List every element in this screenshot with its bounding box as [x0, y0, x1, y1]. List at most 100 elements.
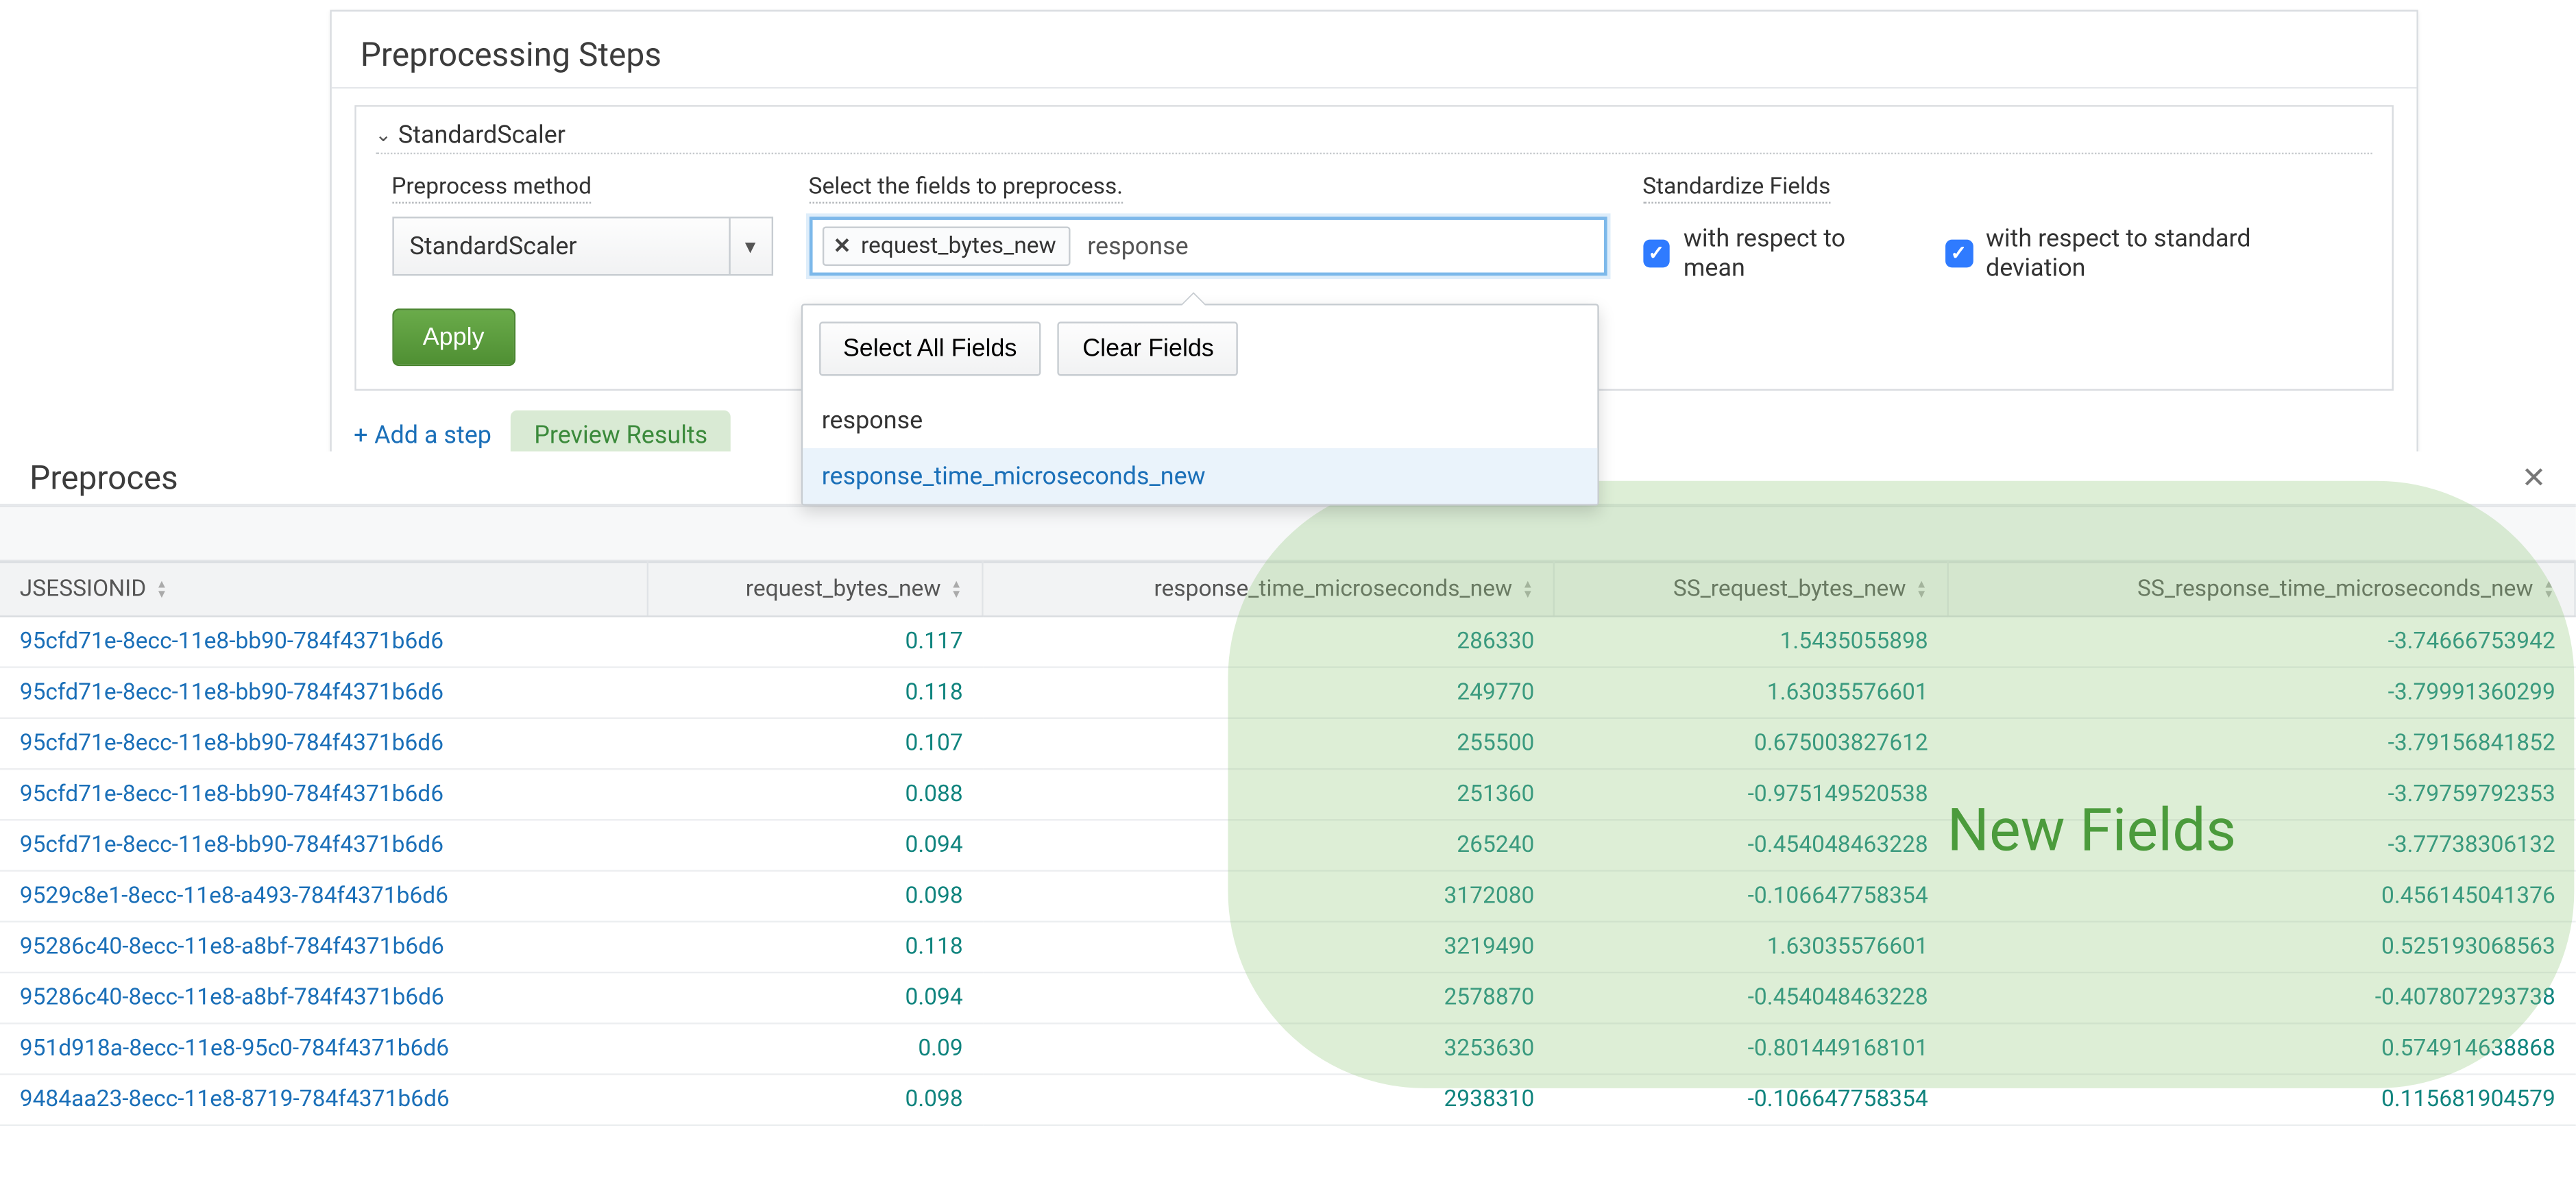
cell-ss-request-bytes: 1.5435055898: [1554, 616, 1947, 667]
fields-multiselect[interactable]: ✕ request_bytes_new response: [809, 217, 1607, 276]
cell-ss-request-bytes: -0.454048463228: [1554, 972, 1947, 1023]
col-response-time[interactable]: response_time_microseconds_new▲▼: [982, 562, 1554, 616]
cell-ss-response-time: 0.525193068563: [1947, 922, 2575, 972]
col-request-bytes[interactable]: request_bytes_new▲▼: [648, 562, 982, 616]
cell-ss-response-time: -3.79991360299: [1947, 668, 2575, 718]
cell-jsessionid[interactable]: 951d918a-8ecc-11e8-95c0-784f4371b6d6: [0, 1023, 648, 1074]
check-std[interactable]: ✓ with respect to standard deviation: [1945, 223, 2355, 282]
cell-jsessionid[interactable]: 95286c40-8ecc-11e8-a8bf-784f4371b6d6: [0, 972, 648, 1023]
cell-request-bytes: 0.118: [648, 922, 982, 972]
apply-button[interactable]: Apply: [391, 308, 515, 366]
sort-icon: ▲▼: [1522, 580, 1534, 600]
col-jsessionid[interactable]: JSESSIONID▲▼: [0, 562, 648, 616]
dropdown-option[interactable]: response: [802, 392, 1596, 448]
method-col: Preprocess method StandardScaler ▼: [391, 174, 773, 276]
add-step-label: Add a step: [374, 420, 491, 450]
clear-fields-button[interactable]: Clear Fields: [1058, 321, 1239, 376]
check-mean[interactable]: ✓ with respect to mean: [1642, 223, 1912, 282]
col-ss-request-bytes[interactable]: SS_request_bytes_new▲▼: [1554, 562, 1947, 616]
table-row: 9484aa23-8ecc-11e8-8719-784f4371b6d60.09…: [0, 1075, 2575, 1125]
cell-jsessionid[interactable]: 9484aa23-8ecc-11e8-8719-784f4371b6d6: [0, 1075, 648, 1125]
table-row: 95286c40-8ecc-11e8-a8bf-784f4371b6d60.09…: [0, 972, 2575, 1023]
token-text: request_bytes_new: [861, 233, 1056, 259]
cell-ss-request-bytes: -0.801449168101: [1554, 1023, 1947, 1074]
cell-ss-response-time: -3.74666753942: [1947, 616, 2575, 667]
cell-jsessionid[interactable]: 9529c8e1-8ecc-11e8-a493-784f4371b6d6: [0, 871, 648, 922]
dropdown-option-highlighted[interactable]: response_time_microseconds_new: [802, 448, 1596, 504]
sort-icon: ▲▼: [156, 580, 168, 600]
cell-ss-response-time: -3.79759792353: [1947, 769, 2575, 820]
method-label: Preprocess method: [391, 174, 592, 204]
cell-ss-response-time: 0.456145041376: [1947, 871, 2575, 922]
field-token[interactable]: ✕ request_bytes_new: [822, 227, 1071, 266]
fields-col: Select the fields to preprocess. ✕ reque…: [809, 174, 1607, 276]
step-header[interactable]: ⌄ StandardScaler: [375, 120, 2371, 154]
cell-jsessionid[interactable]: 95cfd71e-8ecc-11e8-bb90-784f4371b6d6: [0, 616, 648, 667]
table-row: 9529c8e1-8ecc-11e8-a493-784f4371b6d60.09…: [0, 871, 2575, 922]
cell-response-time: 2938310: [982, 1075, 1554, 1125]
cell-jsessionid[interactable]: 95cfd71e-8ecc-11e8-bb90-784f4371b6d6: [0, 668, 648, 718]
cell-jsessionid[interactable]: 95cfd71e-8ecc-11e8-bb90-784f4371b6d6: [0, 718, 648, 769]
cell-response-time: 3172080: [982, 871, 1554, 922]
cell-jsessionid[interactable]: 95286c40-8ecc-11e8-a8bf-784f4371b6d6: [0, 922, 648, 972]
checkbox-checked-icon: ✓: [1945, 238, 1973, 267]
cell-response-time: 3219490: [982, 922, 1554, 972]
fields-label: Select the fields to preprocess.: [809, 174, 1123, 204]
sort-icon: ▲▼: [1916, 580, 1928, 600]
checkbox-checked-icon: ✓: [1642, 238, 1670, 267]
step-box: ⌄ StandardScaler Preprocess method Stand…: [354, 105, 2393, 391]
cell-response-time: 255500: [982, 718, 1554, 769]
field-typed-text: response: [1081, 232, 1189, 261]
cell-response-time: 249770: [982, 668, 1554, 718]
cell-ss-request-bytes: 1.63035576601: [1554, 668, 1947, 718]
cell-ss-response-time: -3.79156841852: [1947, 718, 2575, 769]
cell-ss-request-bytes: 1.63035576601: [1554, 922, 1947, 972]
select-all-fields-button[interactable]: Select All Fields: [818, 321, 1041, 376]
cell-request-bytes: 0.094: [648, 972, 982, 1023]
cell-response-time: 265240: [982, 820, 1554, 870]
cell-ss-response-time: 0.115681904579: [1947, 1075, 2575, 1125]
cell-response-time: 251360: [982, 769, 1554, 820]
add-step-link[interactable]: + Add a step: [354, 420, 491, 450]
preview-title: Preproces: [29, 458, 178, 497]
table-row: 95cfd71e-8ecc-11e8-bb90-784f4371b6d60.11…: [0, 616, 2575, 667]
cell-ss-request-bytes: -0.454048463228: [1554, 820, 1947, 870]
method-select[interactable]: StandardScaler ▼: [391, 217, 773, 276]
cell-jsessionid[interactable]: 95cfd71e-8ecc-11e8-bb90-784f4371b6d6: [0, 820, 648, 870]
plus-icon: +: [354, 420, 367, 450]
cell-ss-request-bytes: -0.106647758354: [1554, 871, 1947, 922]
close-icon[interactable]: ✕: [2521, 461, 2546, 495]
sort-icon: ▲▼: [951, 580, 962, 600]
cell-request-bytes: 0.09: [648, 1023, 982, 1074]
caret-down-icon: ▼: [728, 219, 770, 274]
cell-response-time: 286330: [982, 616, 1554, 667]
cell-ss-request-bytes: 0.675003827612: [1554, 718, 1947, 769]
cell-ss-response-time: -0.407807293738: [1947, 972, 2575, 1023]
check-mean-label: with respect to mean: [1684, 223, 1912, 282]
check-std-label: with respect to standard deviation: [1986, 223, 2355, 282]
cell-jsessionid[interactable]: 95cfd71e-8ecc-11e8-bb90-784f4371b6d6: [0, 769, 648, 820]
app-root: { "panel": { "title": "Preprocessing Ste…: [0, 0, 2576, 1126]
cell-request-bytes: 0.118: [648, 668, 982, 718]
remove-token-icon[interactable]: ✕: [833, 234, 851, 258]
fields-dropdown: Select All Fields Clear Fields response …: [801, 304, 1599, 506]
table-row: 95286c40-8ecc-11e8-a8bf-784f4371b6d60.11…: [0, 922, 2575, 972]
table-row: 95cfd71e-8ecc-11e8-bb90-784f4371b6d60.10…: [0, 718, 2575, 769]
table-row: 95cfd71e-8ecc-11e8-bb90-784f4371b6d60.08…: [0, 769, 2575, 820]
card-title: Preprocessing Steps: [331, 12, 2416, 89]
std-col: Standardize Fields ✓ with respect to mea…: [1642, 174, 2355, 282]
sort-icon: ▲▼: [2543, 580, 2555, 600]
preprocessing-card: Preprocessing Steps ⌄ StandardScaler Pre…: [329, 10, 2417, 480]
cell-request-bytes: 0.098: [648, 1075, 982, 1125]
cell-ss-request-bytes: -0.106647758354: [1554, 1075, 1947, 1125]
cell-request-bytes: 0.117: [648, 616, 982, 667]
cell-ss-request-bytes: -0.975149520538: [1554, 769, 1947, 820]
step-name: StandardScaler: [398, 120, 566, 149]
cell-response-time: 3253630: [982, 1023, 1554, 1074]
cell-response-time: 2578870: [982, 972, 1554, 1023]
col-ss-response-time[interactable]: SS_response_time_microseconds_new▲▼: [1947, 562, 2575, 616]
toolbar-gap: [0, 506, 2576, 561]
table-row: 95cfd71e-8ecc-11e8-bb90-784f4371b6d60.11…: [0, 668, 2575, 718]
table-row: 951d918a-8ecc-11e8-95c0-784f4371b6d60.09…: [0, 1023, 2575, 1074]
preview-section: Preproces ✕ JSESSIONID▲▼ request_bytes_n…: [0, 452, 2576, 1126]
